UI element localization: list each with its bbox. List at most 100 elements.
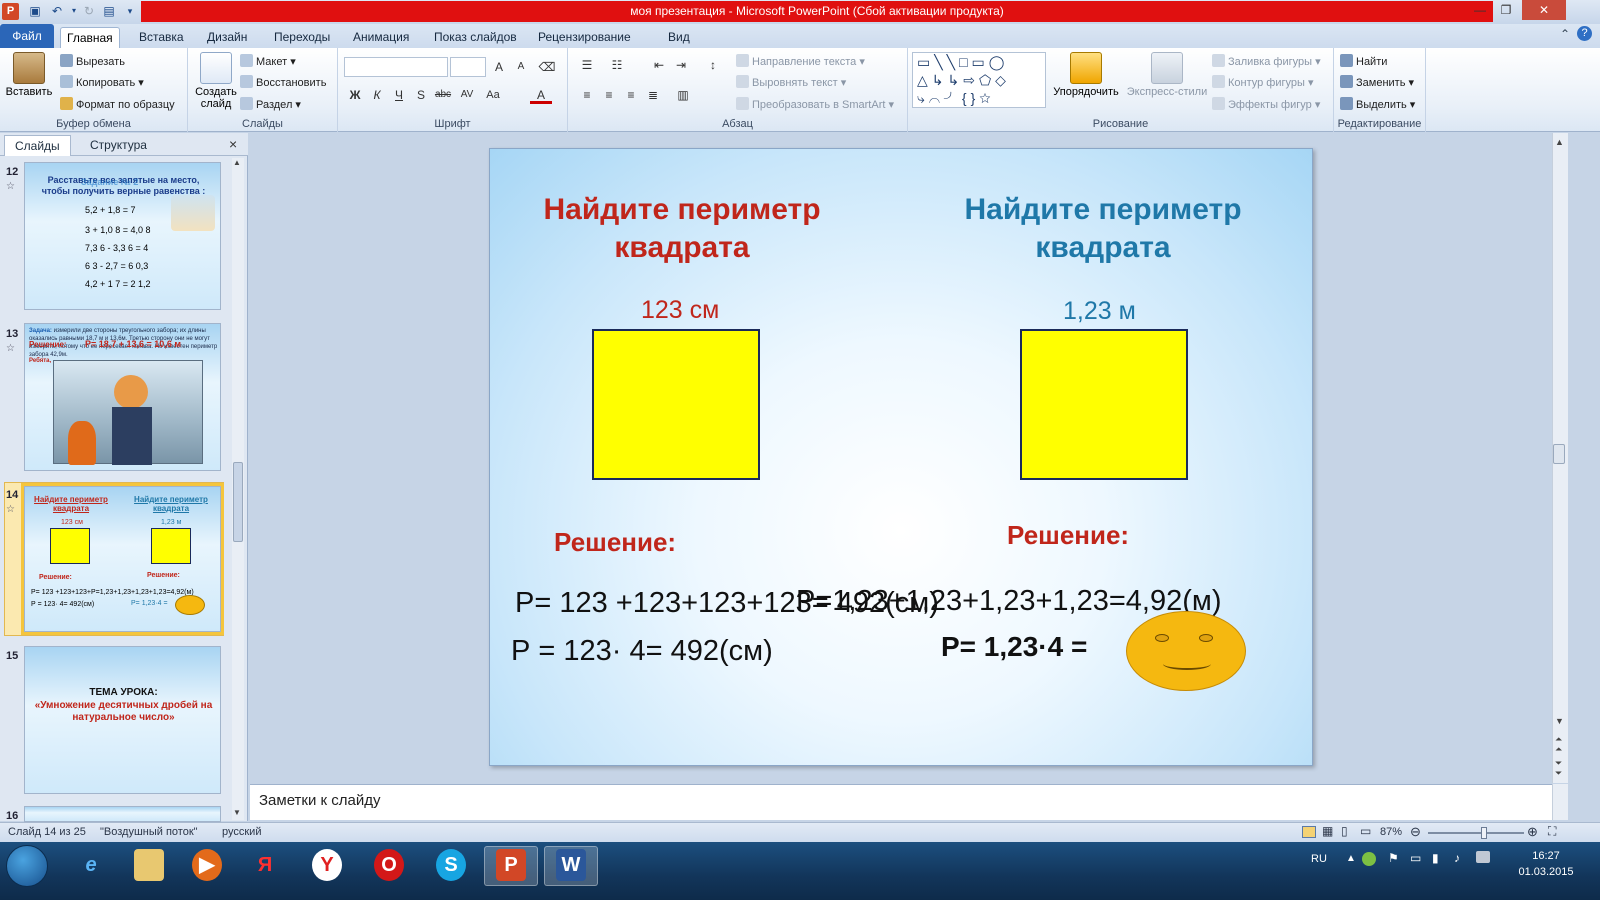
shrink-font-button[interactable]: A (510, 58, 532, 76)
solution-label-right[interactable]: Решение: (1007, 520, 1129, 551)
minimize-button[interactable]: — (1466, 0, 1494, 20)
show-hidden-icons[interactable]: ▲ (1346, 853, 1356, 864)
next-slide-icon[interactable]: ⏷ ⏷ (1555, 758, 1562, 778)
reading-view-icon[interactable]: ▯ (1341, 824, 1348, 838)
align-right-icon[interactable]: ≡ (620, 86, 642, 104)
font-color-button[interactable]: A (530, 86, 552, 104)
square-left[interactable] (592, 329, 760, 480)
tab-view[interactable]: Вид (662, 27, 696, 48)
undo-dropdown-icon[interactable]: ▾ (66, 3, 82, 19)
font-name-box[interactable] (344, 57, 448, 77)
slide-thumbnail-15[interactable]: ТЕМА УРОКА: «Умножение десятичных дробей… (24, 646, 221, 794)
tab-animation[interactable]: Анимация (347, 27, 415, 48)
bullets-icon[interactable]: ☰ (576, 56, 598, 74)
equation-right-2[interactable]: Р= 1,23·4 = (941, 631, 1087, 663)
battery-icon[interactable] (1476, 851, 1490, 863)
cut-button[interactable]: Вырезать (60, 54, 125, 68)
align-left-icon[interactable]: ≡ (576, 86, 598, 104)
square-right[interactable] (1020, 329, 1188, 480)
windows-start-button[interactable] (6, 845, 48, 887)
increase-indent-icon[interactable]: ⇥ (670, 56, 692, 74)
close-window-button[interactable]: ✕ (1522, 0, 1566, 20)
change-case-button[interactable]: Aa (482, 86, 504, 104)
fit-to-window-icon[interactable]: ⛶ (1548, 824, 1556, 839)
char-spacing-button[interactable]: AV (456, 86, 478, 104)
undo-icon[interactable]: ↶ (49, 3, 65, 19)
slide-sorter-icon[interactable]: ▦ (1322, 824, 1333, 838)
scroll-down-icon[interactable]: ▼ (1555, 716, 1564, 726)
maximize-button[interactable]: ❐ (1492, 0, 1520, 20)
arrange-button[interactable]: Упорядочить (1048, 52, 1124, 98)
notes-scrollbar[interactable] (1552, 784, 1568, 820)
editor-scroll-thumb[interactable] (1553, 444, 1565, 464)
action-center-icon[interactable]: ⚑ (1388, 851, 1399, 865)
heading-right-line1[interactable]: Найдите периметр квадрата (911, 191, 1295, 267)
select-button[interactable]: Выделить ▾ (1340, 97, 1415, 111)
copy-button[interactable]: Копировать ▾ (60, 75, 144, 89)
normal-view-icon[interactable] (1302, 826, 1316, 838)
font-size-box[interactable] (450, 57, 486, 77)
tab-design[interactable]: Дизайн (201, 27, 253, 48)
tab-slideshow[interactable]: Показ слайдов (428, 27, 523, 48)
slide-thumbnail-14[interactable]: Найдите периметр квадрата Найдите периме… (21, 483, 224, 635)
decrease-indent-icon[interactable]: ⇤ (648, 56, 670, 74)
format-painter-button[interactable]: Формат по образцу (60, 97, 175, 111)
reset-button[interactable]: Восстановить (240, 75, 326, 89)
keyboard-language[interactable]: RU (1311, 853, 1327, 865)
equation-left-2[interactable]: Р = 123· 4= 492(см) (511, 635, 773, 668)
replace-button[interactable]: Заменить ▾ (1340, 75, 1414, 89)
grow-font-button[interactable]: A (488, 58, 510, 76)
scroll-down-icon[interactable]: ▼ (233, 808, 241, 817)
customize-toolbar-icon[interactable]: ▾ (122, 3, 138, 19)
scroll-up-icon[interactable]: ▲ (233, 158, 241, 167)
slideshow-icon[interactable]: ▭ (1360, 824, 1371, 838)
layout-button[interactable]: Макет ▾ (240, 54, 296, 68)
tray-app-icon[interactable] (1362, 852, 1376, 866)
notes-placeholder[interactable]: Заметки к слайду (259, 792, 381, 809)
redo-icon[interactable]: ↻ (81, 3, 97, 19)
slide-thumbnail-12[interactable]: Расставьте все запятые на место, чтобы п… (24, 162, 221, 310)
side-label-right[interactable]: 1,23 м (1063, 297, 1136, 326)
solution-label-left[interactable]: Решение: (554, 527, 676, 558)
help-icon[interactable]: ? (1577, 26, 1592, 41)
smartart-button[interactable]: Преобразовать в SmartArt ▾ (736, 97, 894, 111)
bold-button[interactable]: Ж (344, 86, 366, 104)
tab-outline[interactable]: Структура (80, 135, 157, 156)
zoom-slider[interactable] (1428, 832, 1524, 834)
language-indicator[interactable]: русский (222, 826, 261, 838)
numbering-icon[interactable]: ☷ (606, 56, 628, 74)
zoom-level[interactable]: 87% (1380, 826, 1402, 838)
quick-styles-button[interactable]: Экспресс-стили (1124, 52, 1210, 98)
zoom-in-icon[interactable]: ⊕ (1527, 824, 1538, 840)
clear-format-icon[interactable]: ⌫ (536, 58, 558, 76)
smiley-face-shape[interactable] (1126, 611, 1246, 691)
scroll-up-icon[interactable]: ▲ (1555, 137, 1564, 147)
italic-button[interactable]: К (366, 86, 388, 104)
display-icon[interactable]: ▭ (1410, 851, 1421, 865)
system-clock[interactable]: 16:27 01.03.2015 (1506, 848, 1586, 880)
slide-thumbnail-13[interactable]: Задача: измерили две стороны треугольног… (24, 323, 221, 471)
notes-pane[interactable] (250, 784, 1552, 820)
side-label-left[interactable]: 123 см (641, 296, 719, 325)
tab-home[interactable]: Главная (60, 27, 120, 48)
heading-left-line1[interactable]: Найдите периметр квадрата (490, 191, 874, 267)
shapes-gallery[interactable]: ▭╲╲□▭◯ △↳↳⇨⬠◇ ⤷⌒╯{}☆ (912, 52, 1046, 108)
previous-slide-icon[interactable]: ⏶ ⏶ (1555, 734, 1562, 754)
new-slide-button[interactable]: Создать слайд (192, 52, 240, 110)
tab-insert[interactable]: Вставка (133, 27, 190, 48)
screen-icon[interactable]: ▤ (101, 3, 117, 19)
shadow-button[interactable]: S (410, 86, 432, 104)
volume-icon[interactable]: ♪ (1454, 851, 1460, 865)
columns-icon[interactable]: ▥ (672, 86, 694, 104)
align-center-icon[interactable]: ≡ (598, 86, 620, 104)
shape-outline-button[interactable]: Контур фигуры ▾ (1212, 75, 1314, 89)
powerpoint-app-icon[interactable]: P (2, 3, 19, 20)
shape-fill-button[interactable]: Заливка фигуры ▾ (1212, 54, 1321, 68)
zoom-slider-handle[interactable] (1481, 827, 1487, 839)
save-icon[interactable]: ▣ (27, 3, 43, 19)
close-panel-button[interactable]: × (229, 136, 237, 152)
zoom-out-icon[interactable]: ⊖ (1410, 824, 1421, 840)
align-text-button[interactable]: Выровнять текст ▾ (736, 75, 846, 89)
equation-right-1[interactable]: Р=1,23+1,23+1,23+1,23=4,92(м) (796, 585, 1221, 618)
find-button[interactable]: Найти (1340, 54, 1387, 68)
